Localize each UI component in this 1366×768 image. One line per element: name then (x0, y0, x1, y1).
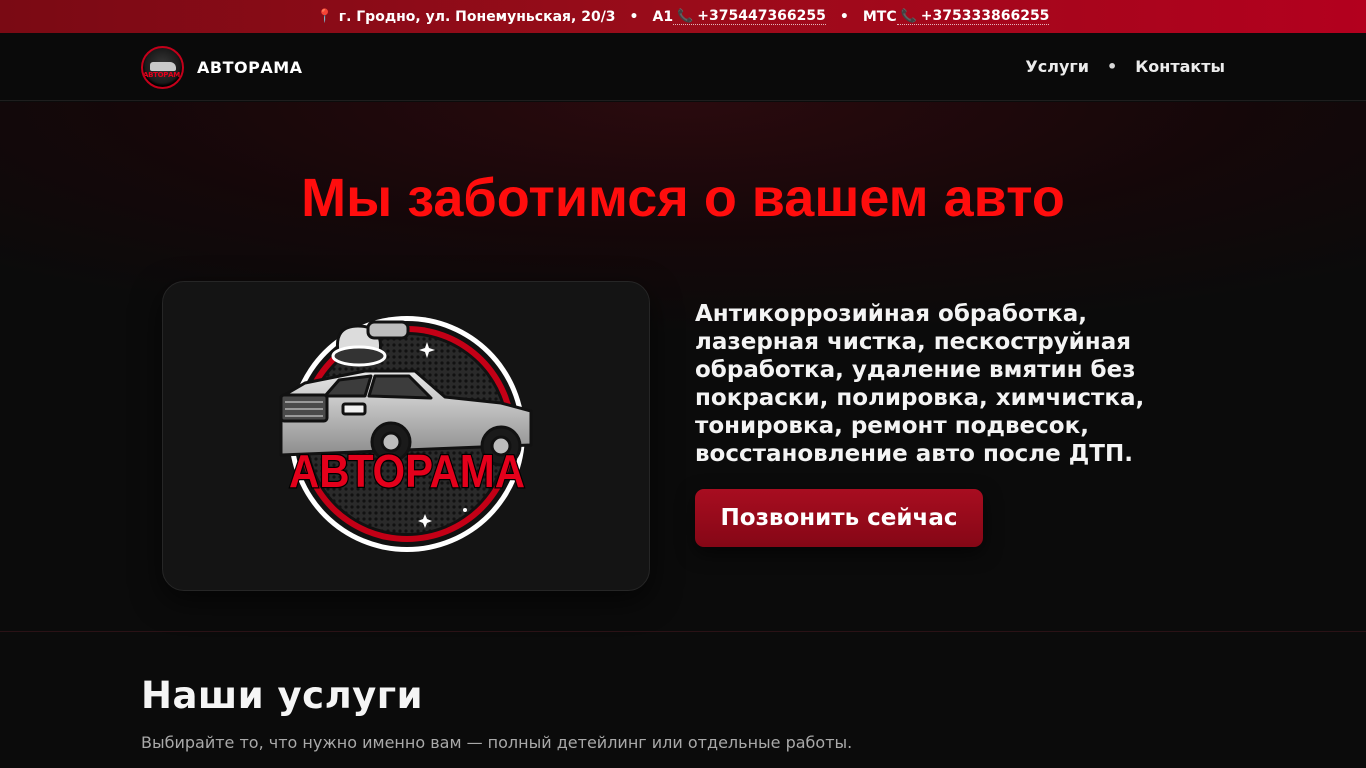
phone-icon: 📞 (677, 9, 694, 24)
hero-title: Мы заботимся о вашем авто (301, 168, 1065, 228)
nav-separator: • (1106, 57, 1118, 76)
top-contact-bar: 📍 г. Гродно, ул. Понемуньская, 20/3 • A1… (0, 0, 1366, 33)
separator: • (629, 8, 639, 25)
nav-links: Услуги • Контакты (1025, 57, 1225, 76)
services-title: Наши услуги (141, 674, 424, 717)
carrier-a1-label: A1 (652, 8, 674, 25)
call-now-button[interactable]: Позвонить сейчас (695, 489, 983, 547)
hero-section: Мы заботимся о вашем авто АВТОРАМА Антик… (0, 102, 1366, 631)
separator: • (839, 8, 849, 25)
car-icon (150, 62, 176, 71)
phone-link-a1[interactable]: 📞 +375447366255 (673, 8, 826, 25)
phone-number-a1: +375447366255 (697, 8, 826, 24)
nav-link-services[interactable]: Услуги (1025, 57, 1089, 76)
carrier-mts-label: МТС (862, 8, 897, 25)
nav-link-contacts[interactable]: Контакты (1135, 57, 1225, 76)
services-subtitle: Выбирайте то, что нужно именно вам — пол… (141, 733, 853, 752)
autorama-logo-image: АВТОРАМА (279, 316, 533, 552)
logo-wordmark: АВТОРАМА (289, 445, 525, 497)
brand-link[interactable]: АВТОРАМА АВТОРАМА (141, 46, 303, 89)
phone-number-mts: +375333866255 (920, 8, 1050, 24)
pin-icon: 📍 (316, 9, 333, 24)
hero-description: Антикоррозийная обработка, лазерная чист… (695, 301, 1145, 467)
address-text: г. Гродно, ул. Понемуньская, 20/3 (338, 8, 616, 25)
brand-logo-text: АВТОРАМА (143, 71, 184, 79)
navbar: АВТОРАМА АВТОРАМА Услуги • Контакты (0, 33, 1366, 101)
section-divider (0, 631, 1366, 632)
phone-icon: 📞 (900, 9, 917, 24)
phone-link-mts[interactable]: 📞 +375333866255 (896, 8, 1050, 25)
brand-name: АВТОРАМА (197, 58, 303, 77)
logo-card: АВТОРАМА (162, 281, 650, 591)
brand-logo-icon: АВТОРАМА (141, 46, 184, 89)
